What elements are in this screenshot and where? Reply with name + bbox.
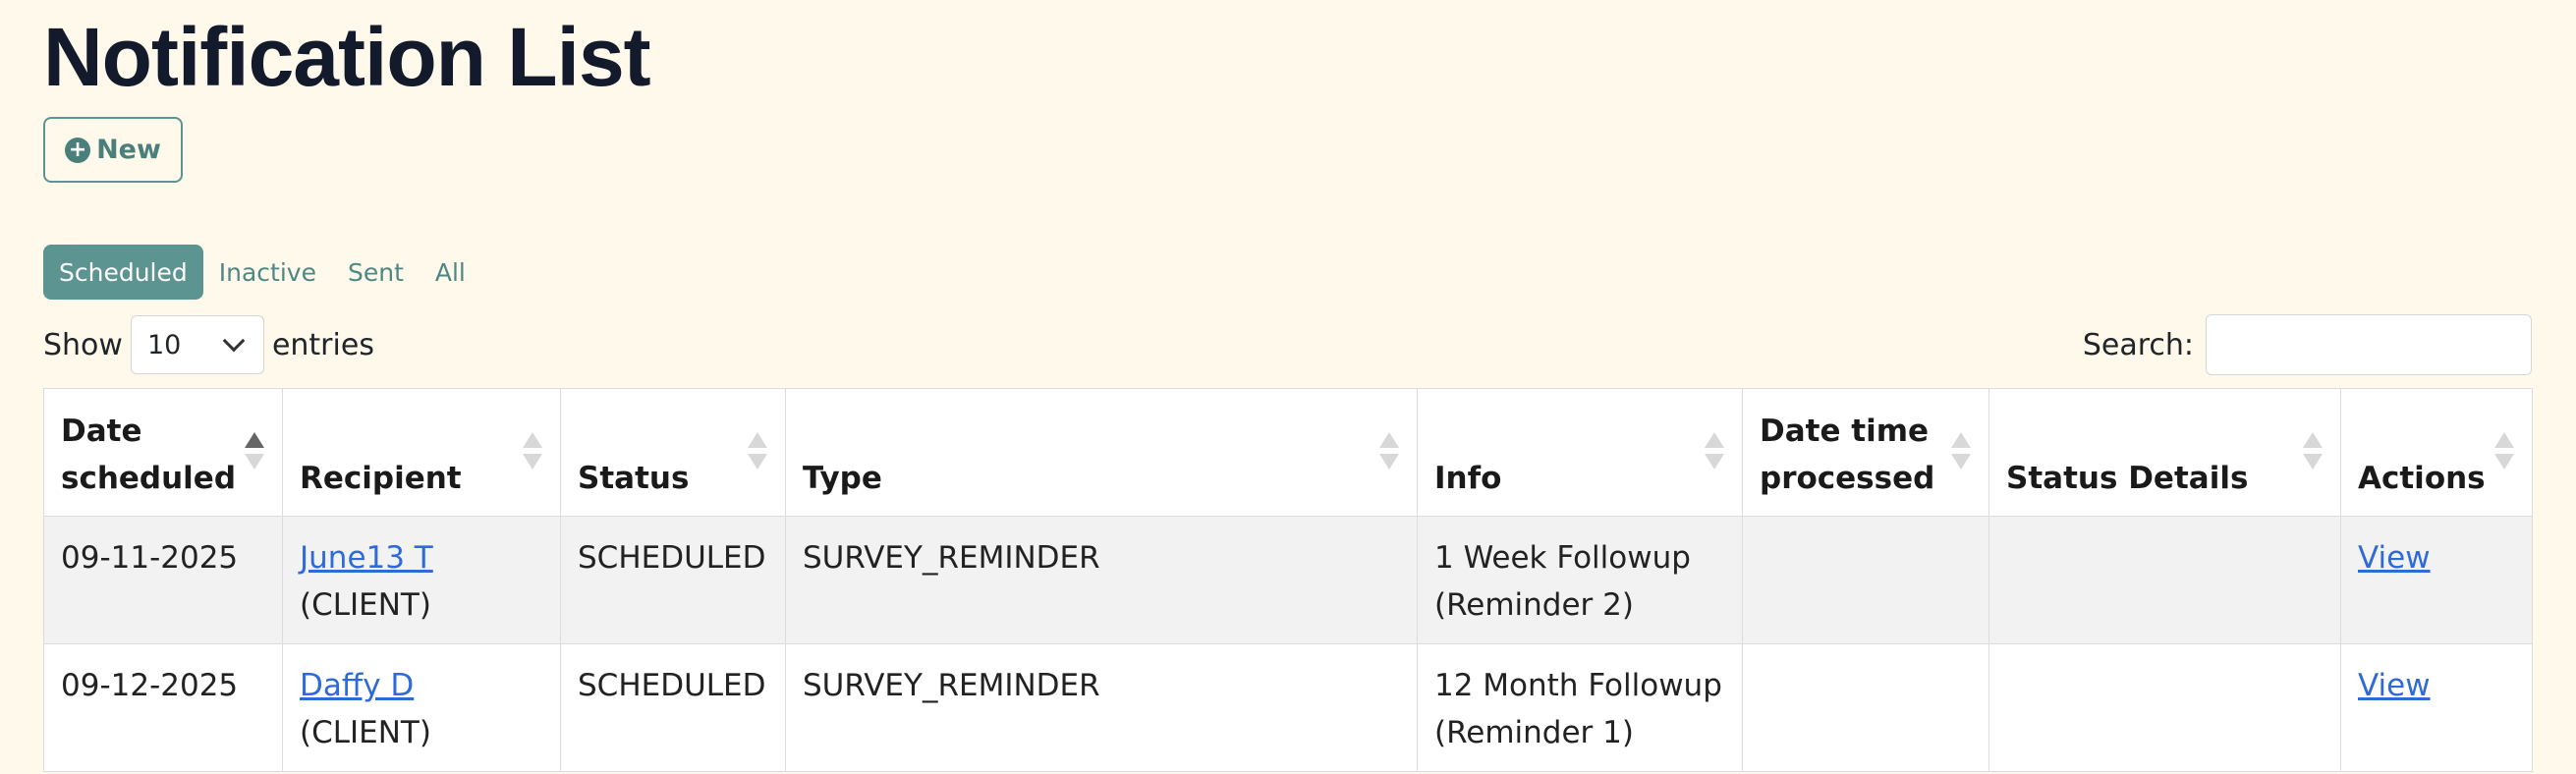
recipient-role: (CLIENT) bbox=[300, 587, 431, 623]
cell-date-scheduled: 09-11-2025 bbox=[43, 516, 283, 644]
cell-date-time-processed bbox=[1742, 516, 1989, 644]
view-link[interactable]: View bbox=[2358, 540, 2431, 576]
table-search: Search: bbox=[2083, 314, 2532, 375]
cell-info: 12 Month Followup (Reminder 1) bbox=[1417, 643, 1743, 772]
column-header-status[interactable]: Status bbox=[560, 388, 786, 517]
show-label: Show bbox=[43, 327, 123, 362]
column-header-recipient[interactable]: Recipient bbox=[282, 388, 561, 517]
sort-icon bbox=[2303, 432, 2323, 471]
tab-sent[interactable]: Sent bbox=[332, 245, 420, 300]
sort-icon bbox=[523, 432, 542, 471]
sort-icon bbox=[1705, 432, 1724, 471]
tab-scheduled[interactable]: Scheduled bbox=[43, 245, 203, 300]
column-header-info[interactable]: Info bbox=[1417, 388, 1743, 517]
column-header-date-scheduled[interactable]: Date scheduled bbox=[43, 388, 283, 517]
new-notification-button[interactable]: + New bbox=[43, 117, 183, 183]
cell-status: SCHEDULED bbox=[560, 643, 786, 772]
recipient-link[interactable]: Daffy D bbox=[300, 668, 414, 703]
cell-date-time-processed bbox=[1742, 643, 1989, 772]
cell-info: 1 Week Followup (Reminder 2) bbox=[1417, 516, 1743, 644]
search-label: Search: bbox=[2082, 327, 2194, 362]
notifications-table: Date scheduled Recipient Status Type Inf… bbox=[43, 388, 2533, 772]
sort-icon bbox=[2494, 432, 2514, 471]
column-header-status-details[interactable]: Status Details bbox=[1988, 388, 2341, 517]
cell-recipient: Daffy D (CLIENT) bbox=[282, 643, 561, 772]
view-link[interactable]: View bbox=[2358, 668, 2431, 703]
page-title: Notification List bbox=[43, 11, 651, 103]
recipient-role: (CLIENT) bbox=[300, 715, 431, 750]
entries-per-page-value: 10 bbox=[146, 329, 182, 360]
table-header-row: Date scheduled Recipient Status Type Inf… bbox=[43, 388, 2533, 517]
cell-type: SURVEY_REMINDER bbox=[785, 516, 1418, 644]
sort-icon bbox=[1379, 432, 1399, 471]
sort-icon bbox=[748, 432, 767, 471]
cell-recipient: June13 T (CLIENT) bbox=[282, 516, 561, 644]
sort-ascending-icon bbox=[245, 432, 264, 471]
search-input[interactable] bbox=[2206, 314, 2532, 375]
chevron-down-icon bbox=[222, 329, 246, 353]
info-line: (Reminder 2) bbox=[1434, 587, 1634, 623]
info-line: 12 Month Followup bbox=[1434, 668, 1722, 703]
status-filter-tabs: Scheduled Inactive Sent All bbox=[43, 245, 481, 300]
cell-actions: View bbox=[2340, 516, 2533, 644]
info-line: 1 Week Followup bbox=[1434, 540, 1691, 576]
new-button-label: New bbox=[96, 135, 161, 165]
info-line: (Reminder 1) bbox=[1434, 715, 1634, 750]
cell-status-details bbox=[1988, 516, 2341, 644]
entries-per-page-select[interactable]: 10 bbox=[130, 315, 264, 374]
cell-date-scheduled: 09-12-2025 bbox=[43, 643, 283, 772]
tab-inactive[interactable]: Inactive bbox=[203, 245, 332, 300]
sort-icon bbox=[1951, 432, 1971, 471]
cell-status-details bbox=[1988, 643, 2341, 772]
tab-all[interactable]: All bbox=[420, 245, 481, 300]
cell-actions: View bbox=[2340, 643, 2533, 772]
entries-length-control: Show 10 entries bbox=[43, 315, 374, 374]
plus-circle-icon: + bbox=[65, 137, 91, 163]
table-row: 09-11-2025 June13 T (CLIENT) SCHEDULED S… bbox=[43, 516, 2533, 644]
cell-type: SURVEY_REMINDER bbox=[785, 643, 1418, 772]
column-header-date-time-processed[interactable]: Date time processed bbox=[1742, 388, 1989, 517]
column-header-actions[interactable]: Actions bbox=[2340, 388, 2533, 517]
entries-label: entries bbox=[271, 327, 374, 362]
notification-list-page: Notification List + New Scheduled Inacti… bbox=[0, 0, 2576, 774]
cell-status: SCHEDULED bbox=[560, 516, 786, 644]
column-header-type[interactable]: Type bbox=[785, 388, 1418, 517]
table-row: 09-12-2025 Daffy D (CLIENT) SCHEDULED SU… bbox=[43, 643, 2533, 772]
recipient-link[interactable]: June13 T bbox=[300, 540, 433, 576]
